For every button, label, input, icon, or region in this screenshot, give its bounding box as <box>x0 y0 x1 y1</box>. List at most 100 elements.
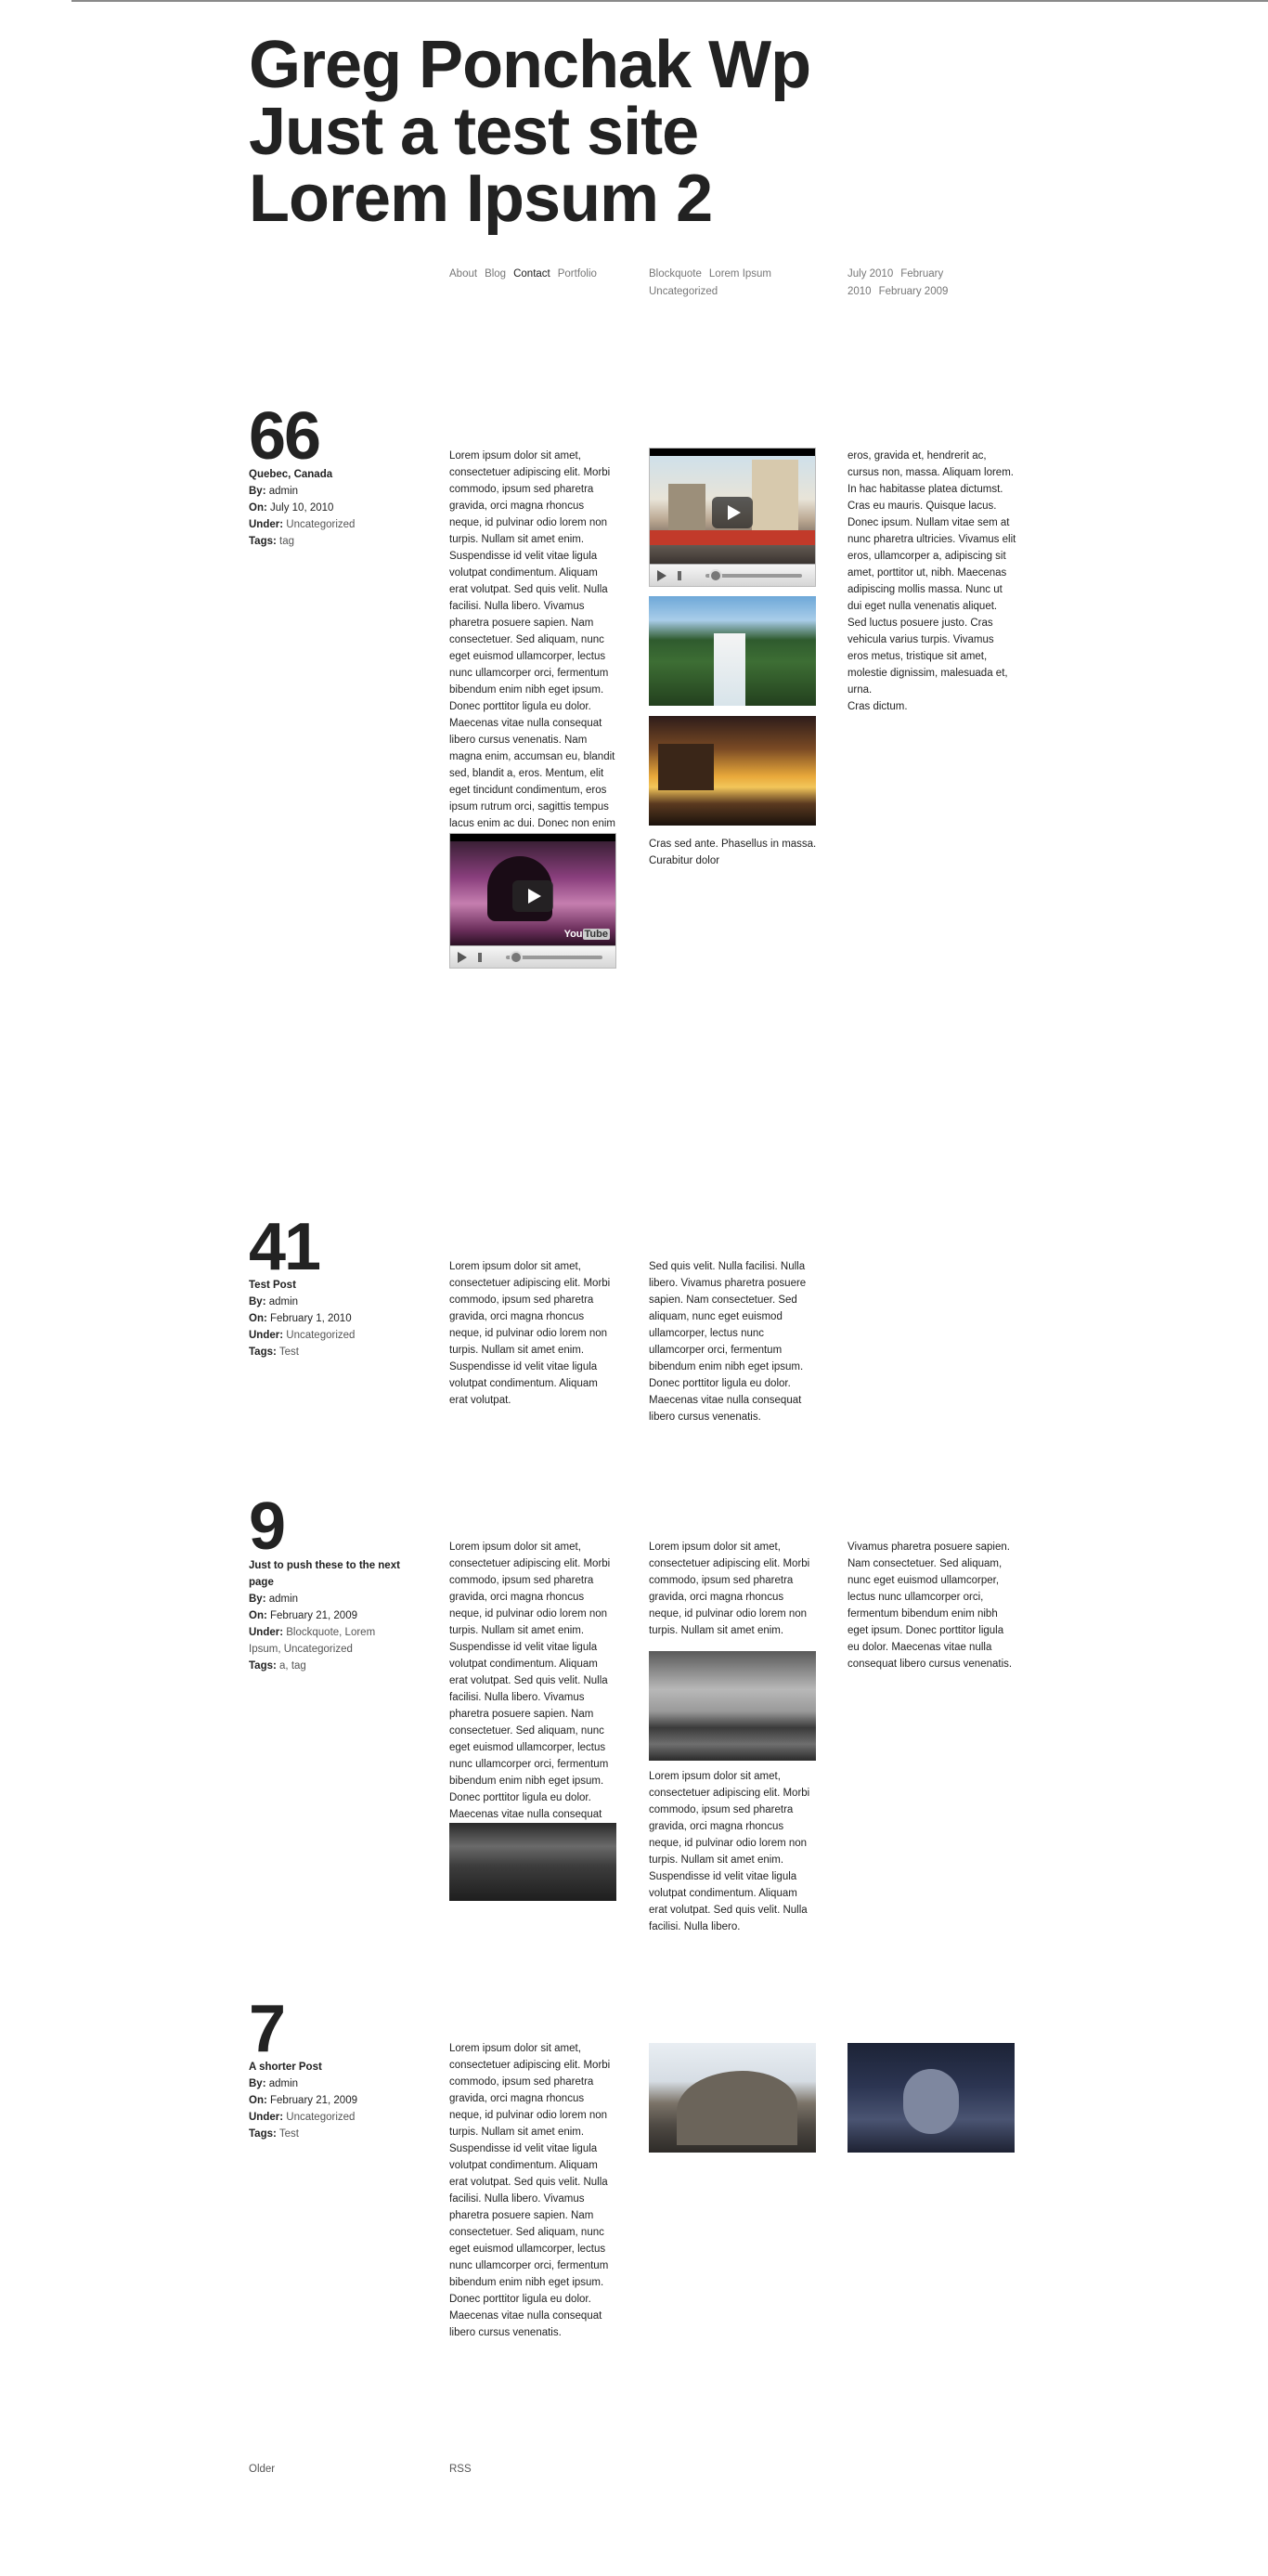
play-icon[interactable] <box>458 952 467 963</box>
harbor-bw-image[interactable] <box>649 1651 816 1761</box>
nav-portfolio[interactable]: Portfolio <box>558 268 597 280</box>
site-title[interactable]: Greg Ponchak Wp Just a test site Lorem I… <box>249 32 899 232</box>
post-title[interactable]: Quebec, Canada <box>249 466 407 483</box>
meta-label: Under: <box>249 519 284 530</box>
play-icon[interactable] <box>657 570 666 581</box>
post-title[interactable]: Just to push these to the next page <box>249 1557 407 1591</box>
building-shape <box>752 460 798 534</box>
post-title[interactable]: Test Post <box>249 1277 407 1294</box>
feed-links: RSS <box>449 2460 472 2477</box>
post-category-link[interactable]: Uncategorized <box>286 2112 355 2123</box>
post-body-text: Lorem ipsum dolor sit amet, consectetuer… <box>449 450 615 846</box>
meta-label: On: <box>249 1610 267 1621</box>
video-player[interactable]: You Tube <box>449 833 616 969</box>
meta-label: By: <box>249 1296 266 1308</box>
person-shape <box>903 2069 959 2134</box>
post-number[interactable]: 66 <box>249 403 321 470</box>
post-category-link[interactable]: Uncategorized <box>286 519 355 530</box>
post-date: February 1, 2010 <box>270 1313 352 1324</box>
castle-shape <box>658 744 714 790</box>
post-body-text: Lorem ipsum dolor sit amet, consectetuer… <box>649 1542 810 1636</box>
site-title-line: Lorem Ipsum 2 <box>249 162 713 236</box>
site-title-line: Just a test site <box>249 95 699 169</box>
nav-about[interactable]: About <box>449 268 477 280</box>
meta-label: Tags: <box>249 536 277 547</box>
nav-contact[interactable]: Contact <box>513 268 550 280</box>
buildings-bw-image[interactable] <box>449 1823 616 1901</box>
post-body-text: Lorem ipsum dolor sit amet, consectetuer… <box>449 2043 611 2338</box>
nav-category-uncategorized[interactable]: Uncategorized <box>649 286 718 297</box>
volume-icon[interactable] <box>678 571 698 580</box>
pages-nav: About Blog Contact Portfolio <box>449 266 635 283</box>
youtube-logo-box: Tube <box>582 929 610 940</box>
meta-label: Tags: <box>249 1347 277 1358</box>
rocky-hill-image[interactable] <box>649 2043 816 2153</box>
play-overlay-icon[interactable] <box>512 880 553 912</box>
youtube-logo: You Tube <box>564 929 610 940</box>
post-tag-link[interactable]: a, tag <box>279 1660 306 1672</box>
meta-label: On: <box>249 2095 267 2106</box>
nav-blog[interactable]: Blog <box>485 268 506 280</box>
night-portrait-image[interactable] <box>847 2043 1015 2153</box>
post-number[interactable]: 41 <box>249 1214 321 1281</box>
meta-label: By: <box>249 486 266 497</box>
post-tag-link[interactable]: tag <box>279 536 294 547</box>
post-author: admin <box>268 1296 299 1308</box>
post-date: February 21, 2009 <box>270 1610 357 1621</box>
older-posts-link[interactable]: Older <box>249 2464 275 2475</box>
post-body-text: Lorem ipsum dolor sit amet, consectetuer… <box>649 1771 810 1932</box>
video-controls <box>450 945 615 968</box>
post-number[interactable]: 7 <box>249 1996 286 2062</box>
meta-label: On: <box>249 1313 267 1324</box>
meta-label: On: <box>249 502 267 514</box>
nav-archive-february-2009[interactable]: February 2009 <box>879 286 949 297</box>
play-overlay-icon[interactable] <box>712 497 753 528</box>
post-title[interactable]: A shorter Post <box>249 2059 407 2075</box>
meta-label: Tags: <box>249 2128 277 2140</box>
post-body-text-column: eros, gravida et, hendrerit ac, cursus n… <box>847 448 1016 715</box>
site-title-line: Greg Ponchak Wp <box>249 28 811 102</box>
categories-nav: Blockquote Lorem Ipsum Uncategorized <box>649 266 816 301</box>
sunset-castle-image[interactable] <box>649 716 816 826</box>
post-body-text: Lorem ipsum dolor sit amet, consectetuer… <box>449 1542 611 1837</box>
video-controls <box>650 564 815 586</box>
post-meta: Quebec, Canada By: admin On: July 10, 20… <box>249 466 407 550</box>
nav-category-lorem-ipsum[interactable]: Lorem Ipsum <box>709 268 771 280</box>
archives-nav: July 2010 February 2010 February 2009 <box>847 266 1019 301</box>
post-date: July 10, 2010 <box>270 502 334 514</box>
youtube-logo-text: You <box>563 929 583 940</box>
meta-label: Under: <box>249 2112 284 2123</box>
post-body-text: Sed quis velit. Nulla facilisi. Nulla li… <box>649 1261 807 1423</box>
building-shape <box>668 484 705 535</box>
post-meta: A shorter Post By: admin On: February 21… <box>249 2059 407 2142</box>
post-author: admin <box>268 486 299 497</box>
meta-label: By: <box>249 1594 266 1605</box>
nav-archive-july-2010[interactable]: July 2010 <box>847 268 893 280</box>
post-body-text: Vivamus pharetra posuere sapien. Nam con… <box>847 1542 1013 1670</box>
seek-handle[interactable] <box>709 569 722 582</box>
post-body-text: Cras dictum. <box>847 701 908 712</box>
meta-label: By: <box>249 2078 266 2089</box>
video-player[interactable] <box>649 448 816 587</box>
meta-label: Tags: <box>249 1660 277 1672</box>
waterfall-shape <box>714 633 745 706</box>
meta-label: Under: <box>249 1627 284 1638</box>
post-meta: Test Post By: admin On: February 1, 2010… <box>249 1277 407 1360</box>
volume-icon[interactable] <box>478 953 498 962</box>
post-body-text: Lorem ipsum dolor sit amet, consectetuer… <box>449 1261 611 1406</box>
post-meta: Just to push these to the next page By: … <box>249 1557 407 1674</box>
post-tag-link[interactable]: Test <box>279 2128 299 2140</box>
post-date: February 21, 2009 <box>270 2095 357 2106</box>
post-author: admin <box>268 2078 299 2089</box>
storefront-shape <box>650 530 815 545</box>
nav-category-blockquote[interactable]: Blockquote <box>649 268 702 280</box>
post-body-text: eros, gravida et, hendrerit ac, cursus n… <box>847 450 1016 696</box>
top-rule <box>71 0 1268 2</box>
image-caption: Cras sed ante. Phasellus in massa. Curab… <box>649 839 817 866</box>
seek-handle[interactable] <box>510 951 523 964</box>
waterfall-image[interactable] <box>649 596 816 706</box>
rss-link[interactable]: RSS <box>449 2464 472 2475</box>
post-category-link[interactable]: Uncategorized <box>286 1330 355 1341</box>
post-number[interactable]: 9 <box>249 1493 286 1560</box>
post-tag-link[interactable]: Test <box>279 1347 299 1358</box>
